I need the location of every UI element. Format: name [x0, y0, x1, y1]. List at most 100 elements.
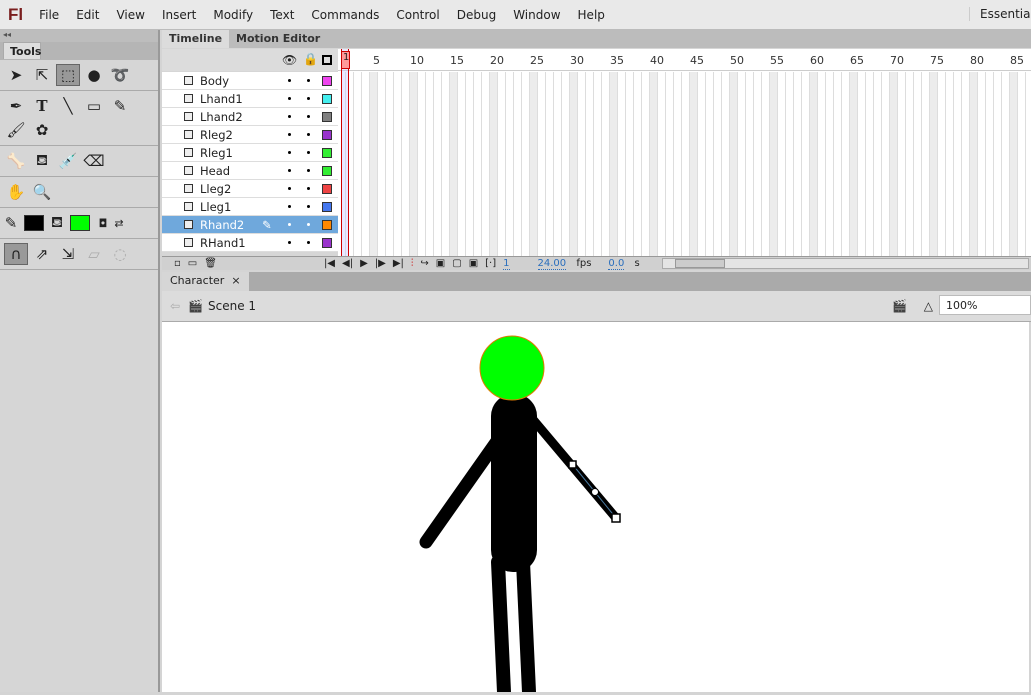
stroke-color-swatch[interactable]	[24, 215, 44, 231]
menu-control[interactable]: Control	[396, 8, 439, 22]
play-icon[interactable]: ▶	[360, 258, 368, 269]
tab-timeline[interactable]: Timeline	[162, 30, 230, 48]
collapse-icon[interactable]: ◂◂	[0, 30, 158, 42]
step-back-icon[interactable]: ◀|	[342, 258, 353, 269]
envelope-icon[interactable]: ◌	[108, 243, 132, 265]
lock-icon[interactable]: 🔒	[303, 52, 318, 66]
stage[interactable]	[162, 322, 1029, 695]
lock-dot[interactable]	[307, 187, 310, 190]
onion-markers-icon[interactable]: [·]	[485, 258, 496, 269]
zoom-field[interactable]: 100%	[939, 295, 1031, 315]
visibility-dot[interactable]	[288, 79, 291, 82]
delete-layer-icon[interactable]: 🗑	[204, 258, 217, 269]
layer-name[interactable]: Head	[200, 164, 230, 178]
center-frame-icon[interactable]: ⫶	[411, 258, 414, 269]
layer-name[interactable]: RHand1	[200, 236, 246, 250]
snap-magnet-icon[interactable]: ∩	[4, 243, 28, 265]
layer-name[interactable]: Lleg1	[200, 200, 231, 214]
layer-name[interactable]: Rleg2	[200, 128, 233, 142]
swap-colors-icon[interactable]: ⇄	[112, 212, 126, 234]
layer-name[interactable]: Body	[200, 74, 229, 88]
layer-name[interactable]: Rhand2	[200, 218, 244, 232]
outline-color[interactable]	[322, 75, 332, 86]
visibility-dot[interactable]	[288, 223, 291, 226]
hand-tool-icon[interactable]: ✋	[4, 181, 28, 203]
layer-row[interactable]: Head	[162, 162, 338, 180]
visibility-dot[interactable]	[288, 97, 291, 100]
visibility-dot[interactable]	[288, 169, 291, 172]
lock-dot[interactable]	[307, 169, 310, 172]
rotate-skew-icon[interactable]: ⇗	[30, 243, 54, 265]
outline-color[interactable]	[322, 129, 332, 140]
black-white-icon[interactable]: ◘	[96, 212, 110, 234]
outline-color[interactable]	[322, 201, 332, 212]
free-transform-tool-icon[interactable]: ⬚	[56, 64, 80, 86]
edit-symbols-icon[interactable]: △	[924, 299, 933, 313]
menu-window[interactable]: Window	[513, 8, 560, 22]
outline-icon[interactable]	[322, 55, 332, 65]
document-tab[interactable]: Character ×	[162, 272, 249, 291]
lock-dot[interactable]	[307, 205, 310, 208]
onion-skin-icon[interactable]: ▣	[436, 258, 445, 269]
selection-tool-icon[interactable]: ➤	[4, 64, 28, 86]
outline-color[interactable]	[322, 165, 332, 176]
loop-icon[interactable]: ↪	[420, 258, 428, 269]
outline-color[interactable]	[322, 147, 332, 158]
new-layer-icon[interactable]: ▫	[174, 258, 181, 269]
layer-row[interactable]: Body	[162, 72, 338, 90]
back-arrow-icon[interactable]: ⇦	[170, 299, 180, 313]
layer-row[interactable]: Lhand1	[162, 90, 338, 108]
layer-row[interactable]: Lleg2	[162, 180, 338, 198]
outline-color[interactable]	[322, 237, 332, 248]
eraser-tool-icon[interactable]: ⌫	[82, 150, 106, 172]
bone-tool-icon[interactable]: 🦴	[4, 150, 28, 172]
visibility-dot[interactable]	[288, 115, 291, 118]
distort-icon[interactable]: ▱	[82, 243, 106, 265]
layer-row[interactable]: Lhand2	[162, 108, 338, 126]
layer-name[interactable]: Lleg2	[200, 182, 231, 196]
lock-dot[interactable]	[307, 151, 310, 154]
lasso-tool-icon[interactable]: ➰	[108, 64, 132, 86]
deco-tool-icon[interactable]: ✿	[30, 119, 54, 141]
menu-file[interactable]: File	[39, 8, 59, 22]
edit-scene-icon[interactable]: 🎬	[892, 299, 907, 313]
onion-outline-icon[interactable]: ▢	[452, 258, 461, 269]
visibility-dot[interactable]	[288, 205, 291, 208]
outline-color[interactable]	[322, 93, 332, 104]
new-folder-icon[interactable]: ▭	[188, 258, 197, 269]
first-frame-icon[interactable]: |◀	[324, 258, 335, 269]
text-tool-icon[interactable]: T	[30, 95, 54, 117]
workspace-switcher[interactable]: Essentials	[969, 7, 1031, 21]
menu-insert[interactable]: Insert	[162, 8, 196, 22]
tools-tab[interactable]: Tools	[3, 42, 41, 59]
scroll-thumb[interactable]	[675, 259, 725, 268]
menu-view[interactable]: View	[116, 8, 144, 22]
current-frame[interactable]: 1	[503, 258, 510, 270]
pencil-tool-icon[interactable]: ✎	[108, 95, 132, 117]
layer-row[interactable]: Rhand2 ✎	[162, 216, 338, 234]
last-frame-icon[interactable]: ▶|	[393, 258, 404, 269]
outline-color[interactable]	[322, 219, 332, 230]
paint-bucket-tool-icon[interactable]: ⛾	[30, 150, 54, 172]
layer-row[interactable]: Lleg1	[162, 198, 338, 216]
scene-name[interactable]: Scene 1	[208, 299, 256, 313]
close-icon[interactable]: ×	[231, 274, 240, 287]
eyedropper-tool-icon[interactable]: 💉	[56, 150, 80, 172]
layer-name[interactable]: Lhand2	[200, 110, 243, 124]
layer-row[interactable]: Rleg2	[162, 126, 338, 144]
layer-name[interactable]: Rleg1	[200, 146, 233, 160]
lock-dot[interactable]	[307, 97, 310, 100]
scale-icon[interactable]: ⇲	[56, 243, 80, 265]
brush-tool-icon[interactable]: 🖌	[4, 119, 28, 141]
line-tool-icon[interactable]: ╲	[56, 95, 80, 117]
playhead[interactable]: 1	[341, 49, 350, 256]
lock-dot[interactable]	[307, 115, 310, 118]
layer-row[interactable]: RHand1	[162, 234, 338, 252]
menu-help[interactable]: Help	[578, 8, 605, 22]
tab-motion-editor[interactable]: Motion Editor	[229, 30, 327, 48]
lock-dot[interactable]	[307, 133, 310, 136]
frame-ruler[interactable]: 1510152025303540455055606570758085	[338, 49, 1031, 71]
menu-commands[interactable]: Commands	[311, 8, 379, 22]
outline-color[interactable]	[322, 183, 332, 194]
subselection-tool-icon[interactable]: ⇱	[30, 64, 54, 86]
